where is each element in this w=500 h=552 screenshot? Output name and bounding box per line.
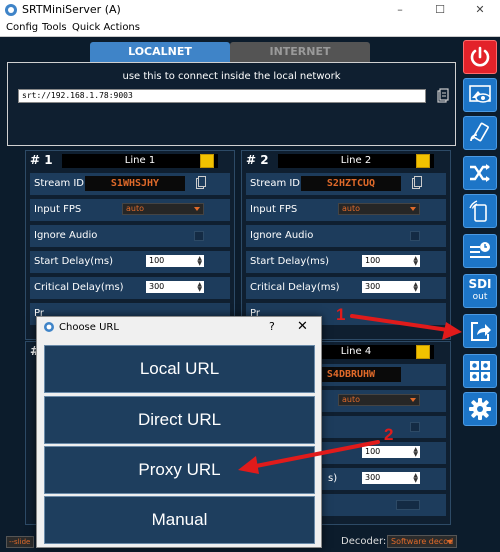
annotation-arrows	[238, 314, 462, 474]
annotation-number-2: 2	[384, 425, 394, 444]
arrow-to-share-icon	[350, 314, 462, 340]
annotation-number-1: 1	[336, 305, 346, 324]
arrow-to-proxy-url	[238, 440, 380, 474]
